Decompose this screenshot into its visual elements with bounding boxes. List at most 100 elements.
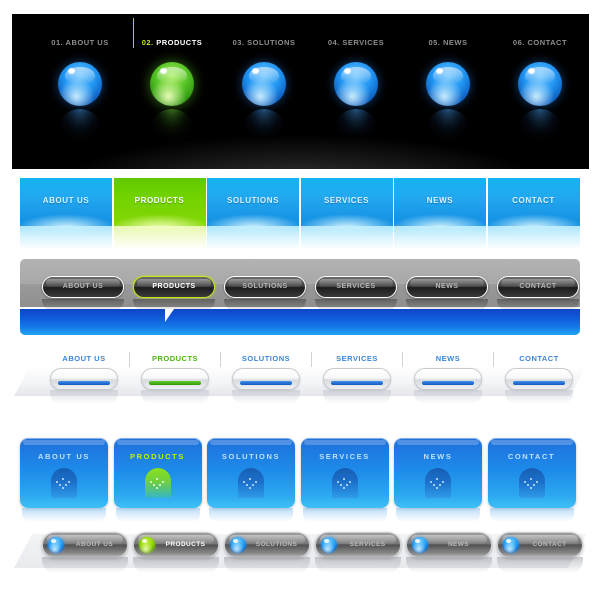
sphere-nav-item-1[interactable]: 02. PRODUCTS xyxy=(124,14,220,169)
orb-pill-item-1[interactable]: PRODUCTS xyxy=(131,528,221,584)
orb-pill-item-5[interactable]: CONTACT xyxy=(495,528,585,584)
dark-pill-button-5[interactable]: CONTACT xyxy=(497,276,579,298)
gradient-panel-nav: ABOUT US PRODUCTS SOLUTIONS SERVICES NEWS CON… xyxy=(20,178,580,250)
dark-pill-label-1: PRODUCTS xyxy=(152,283,196,290)
sphere-nav-number-1: 02. xyxy=(141,38,154,47)
arch-dot xyxy=(243,481,245,483)
silver-pill-button-0[interactable] xyxy=(50,368,118,390)
arch-dots-group xyxy=(332,474,358,489)
orb-pill-button-4[interactable]: NEWS xyxy=(406,532,492,558)
arch-dot xyxy=(59,484,61,486)
arch-dot xyxy=(249,487,251,489)
blue-tile-item-1[interactable]: PRODUCTS xyxy=(113,438,202,522)
gradient-panel-item-5[interactable]: CONTACT xyxy=(487,178,580,250)
label-separator-2 xyxy=(220,352,221,367)
sphere-reflection-5 xyxy=(518,109,562,149)
blue-tile-item-3[interactable]: SERVICES xyxy=(300,438,389,522)
silver-pill-button-5[interactable] xyxy=(505,368,573,390)
arch-dot xyxy=(532,484,535,486)
dark-pill-label-3: SERVICES xyxy=(336,283,376,290)
arch-dot xyxy=(152,484,155,486)
glossy-sphere-icon-3[interactable] xyxy=(334,62,378,106)
orb-pill-button-3[interactable]: SERVICES xyxy=(315,532,401,558)
arch-dot xyxy=(62,487,64,489)
blue-tile-1[interactable]: PRODUCTS xyxy=(113,438,202,508)
sphere-nav-number-3: 04. xyxy=(327,38,340,47)
dark-pill-reflection-2 xyxy=(224,299,306,311)
gradient-panel-item-1[interactable]: PRODUCTS xyxy=(113,178,206,250)
silver-pill-button-1[interactable] xyxy=(141,368,209,390)
sphere-nav-item-4[interactable]: 05. NEWS xyxy=(400,14,496,169)
gradient-panel-label-3: SERVICES xyxy=(323,196,370,205)
dark-pill-button-2[interactable]: SOLUTIONS xyxy=(224,276,306,298)
silver-pill-button-2[interactable] xyxy=(232,368,300,390)
silver-pill-reflection-1 xyxy=(141,390,209,404)
silver-pill-inner-bar-5 xyxy=(513,381,565,385)
silver-pill-reflection-4 xyxy=(414,390,482,404)
blue-footer-bar xyxy=(20,309,580,335)
arch-dot xyxy=(339,484,342,486)
blue-tile-item-5[interactable]: CONTACT xyxy=(487,438,576,522)
blue-tile-reflection-0 xyxy=(22,508,106,522)
dark-pill-button-1[interactable]: PRODUCTS xyxy=(133,276,215,298)
orb-pill-reflection-0 xyxy=(42,557,128,573)
dark-pill-button-4[interactable]: NEWS xyxy=(406,276,488,298)
glossy-orb-icon-0 xyxy=(48,537,64,553)
label-separator-3 xyxy=(311,352,312,367)
silver-pill-item-0[interactable]: ABOUT US xyxy=(40,352,128,412)
blue-tile-3[interactable]: SERVICES xyxy=(300,438,389,508)
silver-pill-button-4[interactable] xyxy=(414,368,482,390)
silver-pill-item-1[interactable]: PRODUCTS xyxy=(131,352,219,412)
orb-pill-item-4[interactable]: NEWS xyxy=(404,528,494,584)
dark-pill-button-0[interactable]: ABOUT US xyxy=(42,276,124,298)
sphere-nav-label-4: 05. NEWS xyxy=(400,38,496,47)
arch-dot xyxy=(161,481,164,483)
orb-pill-button-1[interactable]: PRODUCTS xyxy=(133,532,219,558)
blue-tile-item-0[interactable]: ABOUT US xyxy=(20,438,108,522)
dark-pill-button-3[interactable]: SERVICES xyxy=(315,276,397,298)
glossy-sphere-icon-4[interactable] xyxy=(426,62,470,106)
glossy-sphere-icon-0[interactable] xyxy=(58,62,102,106)
glossy-sphere-icon-2[interactable] xyxy=(242,62,286,106)
blue-tile-0[interactable]: ABOUT US xyxy=(20,438,108,508)
dark-sphere-nav: 01. ABOUT US 02. PRODUCTS 03. SOLUTIONS 04.… xyxy=(12,14,589,169)
arch-dot xyxy=(439,484,441,486)
blue-tile-reflection-2 xyxy=(209,508,293,522)
orb-pill-button-5[interactable]: CONTACT xyxy=(497,532,583,558)
gradient-panel-reflection-4 xyxy=(394,226,486,250)
sphere-nav-item-3[interactable]: 04. SERVICES xyxy=(308,14,404,169)
silver-pill-button-3[interactable] xyxy=(323,368,391,390)
glossy-sphere-icon-5[interactable] xyxy=(518,62,562,106)
orb-pill-reflection-4 xyxy=(406,557,492,573)
glossy-sphere-icon-1[interactable] xyxy=(150,62,194,106)
silver-pill-item-2[interactable]: SOLUTIONS xyxy=(222,352,310,412)
silver-pill-item-5[interactable]: CONTACT xyxy=(495,352,583,412)
orb-pill-item-0[interactable]: ABOUT US xyxy=(40,528,130,584)
gradient-panel-item-0[interactable]: ABOUT US xyxy=(20,178,112,250)
white-strip-nav: ABOUT US PRODUCTS SOLUTIONS SERVICES NEWS CON… xyxy=(14,352,586,412)
sphere-nav-item-2[interactable]: 03. SOLUTIONS xyxy=(216,14,312,169)
orb-pill-button-0[interactable]: ABOUT US xyxy=(42,532,128,558)
orb-pill-item-2[interactable]: SOLUTIONS xyxy=(222,528,312,584)
blue-tile-item-4[interactable]: NEWS xyxy=(394,438,482,522)
blue-tile-item-2[interactable]: SOLUTIONS xyxy=(207,438,295,522)
blue-tile-4[interactable]: NEWS xyxy=(394,438,482,508)
nav-bar-design-sheet: 01. ABOUT US 02. PRODUCTS 03. SOLUTIONS 04.… xyxy=(0,0,600,600)
sphere-nav-label-1: 02. PRODUCTS xyxy=(124,38,220,47)
arch-dot xyxy=(535,481,538,483)
blue-tile-5[interactable]: CONTACT xyxy=(487,438,576,508)
orb-pill-item-3[interactable]: SERVICES xyxy=(313,528,403,584)
gradient-panel-item-2[interactable]: SOLUTIONS xyxy=(207,178,299,250)
sphere-nav-label-2: 03. SOLUTIONS xyxy=(216,38,312,47)
orb-pill-reflection-5 xyxy=(497,557,583,573)
gradient-panel-item-3[interactable]: SERVICES xyxy=(300,178,393,250)
silver-pill-item-3[interactable]: SERVICES xyxy=(313,352,401,412)
blue-tile-2[interactable]: SOLUTIONS xyxy=(207,438,295,508)
arch-dot xyxy=(436,487,438,489)
orb-pill-button-2[interactable]: SOLUTIONS xyxy=(224,532,310,558)
arch-dot xyxy=(249,478,251,480)
gradient-panel-item-4[interactable]: NEWS xyxy=(394,178,486,250)
silver-pill-item-4[interactable]: NEWS xyxy=(404,352,492,412)
sphere-nav-item-5[interactable]: 06. CONTACT xyxy=(492,14,588,169)
sphere-nav-item-0[interactable]: 01. ABOUT US xyxy=(32,14,128,169)
